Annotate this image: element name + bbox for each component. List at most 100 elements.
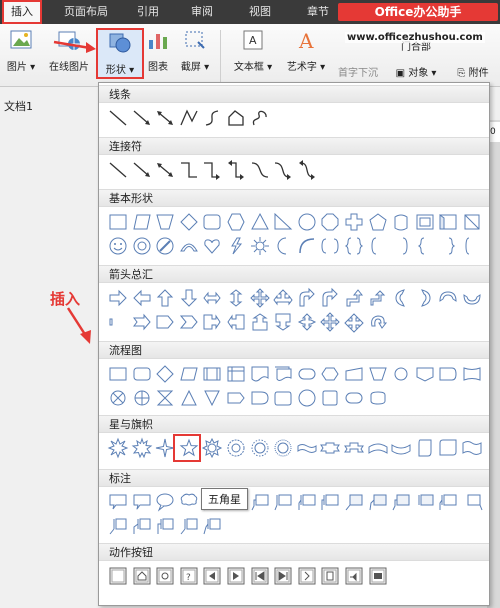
shape-gallery-item[interactable] <box>131 437 153 459</box>
shape-gallery-item[interactable] <box>249 287 271 309</box>
shape-gallery-item[interactable] <box>437 491 459 513</box>
shape-gallery-item[interactable] <box>107 491 129 513</box>
shape-gallery-item[interactable] <box>225 363 247 385</box>
shape-gallery-item[interactable] <box>225 311 247 333</box>
shape-gallery-item[interactable] <box>201 311 223 333</box>
shape-gallery-item[interactable] <box>107 107 129 129</box>
shape-gallery-item[interactable] <box>272 437 294 459</box>
shape-gallery-item[interactable] <box>201 287 223 309</box>
tab-section[interactable]: 章节 <box>298 0 338 24</box>
shape-gallery-item[interactable] <box>107 235 129 257</box>
shape-gallery-item[interactable] <box>154 107 176 129</box>
shape-gallery-item[interactable] <box>201 107 223 129</box>
shape-gallery-item[interactable] <box>296 311 318 333</box>
shape-gallery-item[interactable] <box>367 565 389 587</box>
shape-gallery-item[interactable] <box>343 387 365 409</box>
shape-gallery-item[interactable] <box>107 159 129 181</box>
shape-gallery-item[interactable] <box>437 235 459 257</box>
shape-gallery-item[interactable] <box>154 491 176 513</box>
shape-gallery-item[interactable] <box>201 235 223 257</box>
shape-gallery-item[interactable] <box>343 363 365 385</box>
picture-button[interactable]: 图片 ▾ <box>4 28 38 73</box>
shape-gallery-item[interactable] <box>249 211 271 233</box>
shape-gallery-item[interactable] <box>107 387 129 409</box>
shape-gallery-item[interactable] <box>249 565 271 587</box>
shape-gallery-item[interactable] <box>367 287 389 309</box>
shape-gallery-item[interactable] <box>367 363 389 385</box>
shape-gallery-item[interactable] <box>154 515 176 537</box>
shape-gallery-item[interactable] <box>343 235 365 257</box>
shape-gallery-item[interactable] <box>343 565 365 587</box>
textbox-button[interactable]: A 文本框 ▾ <box>230 28 276 73</box>
shape-gallery-item[interactable] <box>225 565 247 587</box>
shape-gallery-item[interactable] <box>343 437 365 459</box>
shape-gallery-item[interactable] <box>178 311 200 333</box>
shape-gallery-item[interactable] <box>107 311 129 333</box>
shape-gallery-item[interactable] <box>131 565 153 587</box>
shape-gallery-item[interactable] <box>437 437 459 459</box>
shape-gallery-item[interactable] <box>107 437 129 459</box>
shape-gallery-item[interactable] <box>272 235 294 257</box>
shape-gallery-item[interactable] <box>272 491 294 513</box>
shape-gallery-item[interactable] <box>390 287 412 309</box>
shape-gallery-item[interactable] <box>249 363 271 385</box>
shape-gallery-item[interactable] <box>461 211 483 233</box>
shape-gallery-item[interactable] <box>272 211 294 233</box>
shape-gallery-item[interactable] <box>131 491 153 513</box>
tab-references[interactable]: 引用 <box>128 0 168 24</box>
shape-gallery-item[interactable] <box>249 107 271 129</box>
shape-gallery-item[interactable] <box>201 515 223 537</box>
shape-gallery-item[interactable] <box>131 387 153 409</box>
shape-gallery-item[interactable] <box>390 491 412 513</box>
shape-gallery-item[interactable] <box>178 107 200 129</box>
shape-gallery-item[interactable] <box>225 387 247 409</box>
shape-gallery-item[interactable] <box>249 159 271 181</box>
shape-gallery-item[interactable] <box>414 235 436 257</box>
shape-gallery-item[interactable] <box>272 311 294 333</box>
shape-gallery-item[interactable] <box>154 387 176 409</box>
chart-button[interactable]: 图表 <box>142 28 174 73</box>
shape-gallery-item[interactable] <box>461 235 483 257</box>
dropcap-button[interactable]: 首字下沉 <box>330 64 386 79</box>
shapes-button[interactable]: 形状 ▾ <box>96 28 144 79</box>
shape-gallery-item[interactable] <box>225 287 247 309</box>
shape-gallery-item[interactable] <box>107 363 129 385</box>
shape-gallery-item[interactable] <box>296 565 318 587</box>
shape-gallery-item[interactable] <box>414 287 436 309</box>
shape-gallery-item[interactable] <box>201 211 223 233</box>
shape-gallery-item[interactable] <box>343 311 365 333</box>
shape-gallery-item[interactable] <box>367 235 389 257</box>
shape-gallery-item[interactable] <box>249 437 271 459</box>
tab-view[interactable]: 视图 <box>240 0 280 24</box>
attachment-button[interactable]: ⎘ 附件 <box>448 64 498 79</box>
shape-gallery-item[interactable] <box>367 211 389 233</box>
shape-gallery-item[interactable] <box>272 287 294 309</box>
shape-gallery-item[interactable] <box>343 491 365 513</box>
shape-gallery-item[interactable] <box>225 235 247 257</box>
shape-gallery-item[interactable] <box>131 363 153 385</box>
shape-gallery-item[interactable] <box>201 565 223 587</box>
shape-gallery-item[interactable] <box>367 311 389 333</box>
shape-gallery-item[interactable] <box>107 211 129 233</box>
shape-gallery-item[interactable] <box>201 159 223 181</box>
shape-gallery-item[interactable] <box>437 363 459 385</box>
shape-gallery-item[interactable] <box>107 515 129 537</box>
shape-gallery-item[interactable] <box>178 363 200 385</box>
shape-gallery-item[interactable] <box>390 437 412 459</box>
shape-gallery-item[interactable] <box>461 363 483 385</box>
shape-gallery-item[interactable] <box>319 363 341 385</box>
shape-gallery-item[interactable] <box>296 437 318 459</box>
shape-gallery-item[interactable] <box>272 363 294 385</box>
shape-gallery-item[interactable]: ? <box>178 565 200 587</box>
shape-gallery-item[interactable] <box>414 491 436 513</box>
shape-gallery-item[interactable] <box>319 491 341 513</box>
shape-gallery-item[interactable] <box>319 287 341 309</box>
wordart-button[interactable]: A 艺术字 ▾ <box>286 28 326 73</box>
shape-gallery-item[interactable] <box>154 565 176 587</box>
shape-gallery-item[interactable] <box>390 363 412 385</box>
shape-gallery-item[interactable] <box>201 363 223 385</box>
shape-gallery-item[interactable] <box>367 387 389 409</box>
shape-gallery-item[interactable] <box>296 491 318 513</box>
screenshot-button[interactable]: 截屏 ▾ <box>176 28 214 73</box>
shape-gallery-item[interactable] <box>367 491 389 513</box>
